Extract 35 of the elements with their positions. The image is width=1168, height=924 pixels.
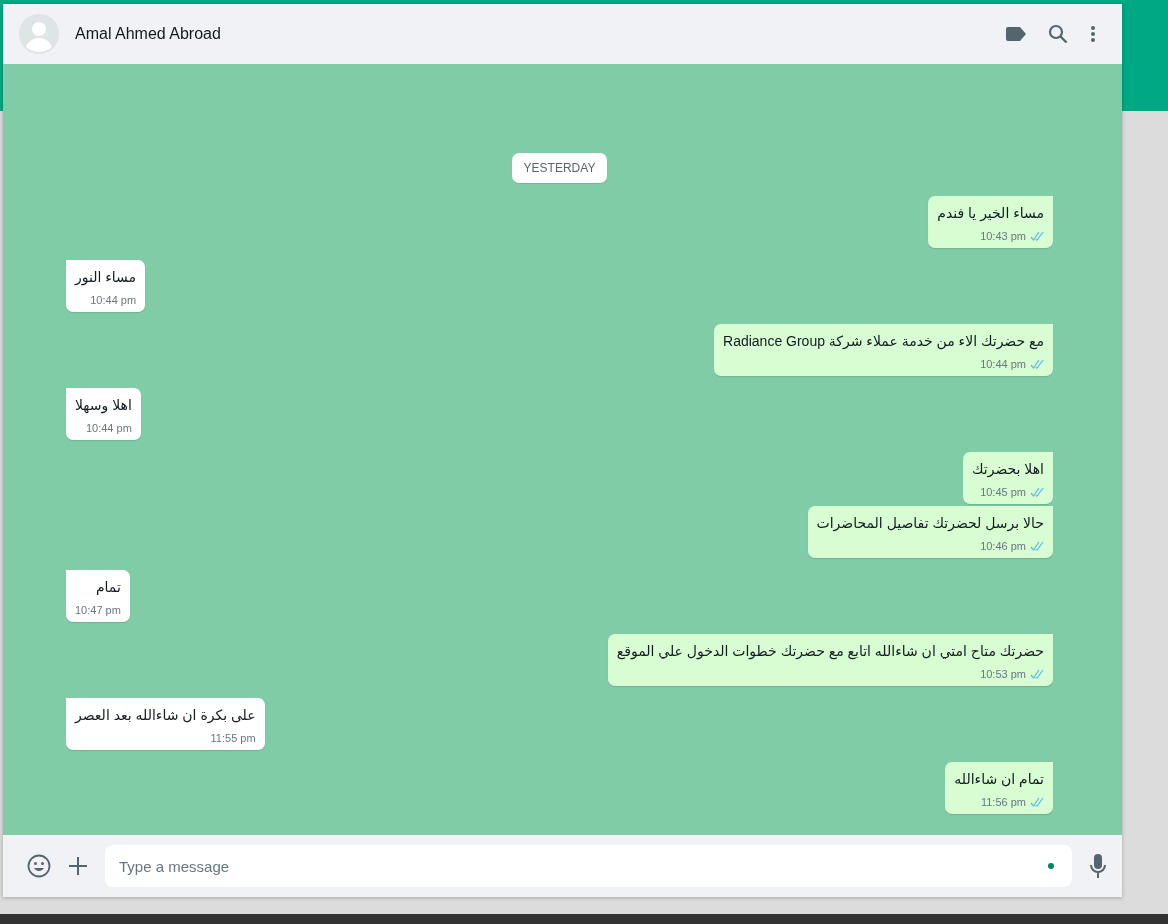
double-check-icon <box>1030 669 1044 679</box>
double-check-icon <box>1030 487 1044 497</box>
message-time: 10:47 pm <box>75 604 121 616</box>
message-time: 10:44 pm <box>980 358 1026 370</box>
label-tag-icon[interactable] <box>1006 27 1026 41</box>
status-dot-icon <box>1048 863 1054 869</box>
message-text: مساء النور <box>75 268 137 287</box>
message-text: اهلا بحضرتك <box>972 460 1044 479</box>
double-check-icon <box>1030 231 1044 241</box>
message-time: 10:53 pm <box>980 668 1026 680</box>
message-text: حضرتك متاح امتي ان شاءالله اتابع مع حضرتك خطوات الدخول علي الموقع <box>616 642 1044 661</box>
message-text: مع حضرتك الاء من خدمة عملاء شركة Radiance Group <box>723 332 1044 351</box>
message-text: تمام ان شاءالله <box>954 770 1044 789</box>
search-icon[interactable] <box>1048 24 1068 44</box>
message-text: تمام <box>94 578 121 597</box>
message-text: حالا برسل لحضرتك تفاصيل المحاضرات <box>816 514 1044 533</box>
date-label: YESTERDAY <box>511 153 608 183</box>
double-check-icon <box>1030 359 1044 369</box>
message-text: اهلا وسهلا <box>75 396 132 415</box>
double-check-icon <box>1030 797 1044 807</box>
menu-icon[interactable] <box>1090 25 1096 43</box>
microphone-icon[interactable] <box>1090 854 1106 878</box>
message-input-field[interactable]: Type a message <box>105 845 1072 887</box>
message-time: 11:55 pm <box>210 732 256 744</box>
message-time: 11:56 pm <box>980 796 1026 808</box>
message-time: 10:45 pm <box>980 486 1026 498</box>
double-check-icon <box>1030 541 1044 551</box>
message-time: 10:46 pm <box>980 540 1026 552</box>
message-text: مساء الخير يا فندم <box>937 204 1044 223</box>
message-time: 10:44 pm <box>85 422 132 434</box>
message-time: 10:44 pm <box>90 294 137 306</box>
message-time: 10:43 pm <box>980 230 1026 242</box>
message-text: على بكرة ان شاءالله بعد العصر <box>75 706 256 725</box>
plus-icon[interactable] <box>69 857 87 875</box>
emoji-icon[interactable] <box>27 854 51 878</box>
